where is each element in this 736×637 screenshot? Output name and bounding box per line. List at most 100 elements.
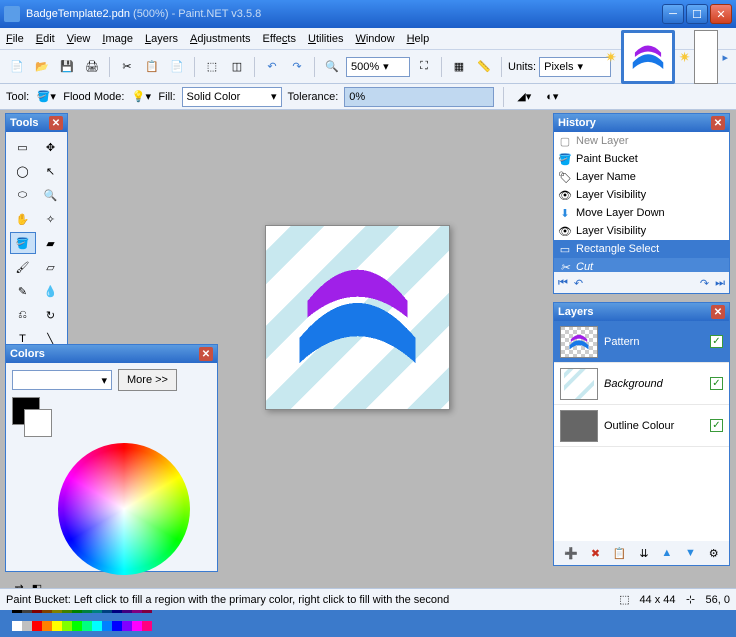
layer-merge-button[interactable]: ⇊ <box>639 547 648 560</box>
ruler-button[interactable]: 📏 <box>473 56 495 78</box>
print-button[interactable]: 🖨 <box>81 56 103 78</box>
colors-more-button[interactable]: More >> <box>118 369 177 391</box>
layers-list[interactable]: Pattern ✓ Background ✓ Outline Colour ✓ <box>554 321 729 541</box>
tool-bucket[interactable]: 🪣 <box>10 232 36 254</box>
layer-visibility-checkbox[interactable]: ✓ <box>710 377 723 390</box>
paste-button[interactable]: 📄 <box>166 56 188 78</box>
layers-close[interactable]: ✕ <box>711 305 725 319</box>
layer-item[interactable]: Pattern ✓ <box>554 321 729 363</box>
tool-clone[interactable]: ⎌ <box>10 304 36 326</box>
new-button[interactable]: 📄 <box>6 56 28 78</box>
fill-combo[interactable]: Solid Color▾ <box>182 87 282 107</box>
tool-rect-select[interactable]: ▭ <box>10 136 36 158</box>
menu-edit[interactable]: Edit <box>36 33 55 45</box>
tools-close[interactable]: ✕ <box>49 116 63 130</box>
zoom-button[interactable]: 🔍 <box>321 56 343 78</box>
secondary-color-swatch[interactable] <box>24 409 52 437</box>
tool-eraser[interactable]: ▱ <box>38 256 64 278</box>
tool-gradient[interactable]: ▰ <box>38 232 64 254</box>
chevron-right-icon[interactable]: ▸ <box>722 51 728 64</box>
menu-utilities[interactable]: Utilities <box>308 33 343 45</box>
color-palette-2[interactable] <box>12 621 211 631</box>
copy-button[interactable]: 📋 <box>141 56 163 78</box>
canvas[interactable] <box>265 225 450 410</box>
maximize-button[interactable]: ☐ <box>686 4 708 24</box>
layer-icon: ▢ <box>558 134 572 148</box>
grid-button[interactable]: ▦ <box>448 56 470 78</box>
redo-icon: ↷ <box>292 60 301 73</box>
menu-adjustments[interactable]: Adjustments <box>190 33 251 45</box>
menu-view[interactable]: View <box>67 33 91 45</box>
eye-icon: 👁 <box>558 188 572 202</box>
menu-image[interactable]: Image <box>102 33 133 45</box>
save-button[interactable]: 💾 <box>56 56 78 78</box>
layer-dup-button[interactable]: 📋 <box>613 547 627 560</box>
history-item[interactable]: ▢New Layer <box>554 132 729 150</box>
menu-effects[interactable]: Effects <box>263 33 296 45</box>
antialias-button[interactable]: ◢▾ <box>513 86 535 108</box>
history-undo-button[interactable]: ↶ <box>574 277 583 290</box>
layer-props-button[interactable]: ⚙ <box>709 547 719 560</box>
flood-mode-button[interactable]: 💡▾ <box>130 86 152 108</box>
color-mode-combo[interactable]: ▾ <box>12 370 112 390</box>
layer-add-button[interactable]: ➕ <box>564 547 578 560</box>
tool-zoom[interactable]: 🔍 <box>38 184 64 206</box>
open-button[interactable]: 📂 <box>31 56 53 78</box>
layer-down-button[interactable]: ▼ <box>685 547 696 559</box>
history-item[interactable]: 🪣Paint Bucket <box>554 150 729 168</box>
layers-panel: Layers✕ Pattern ✓ Background ✓ Outline C… <box>553 302 730 566</box>
minimize-button[interactable]: ─ <box>662 4 684 24</box>
crop-button[interactable]: ⬚ <box>201 56 223 78</box>
tool-label: Tool: <box>6 91 29 103</box>
close-button[interactable]: ✕ <box>710 4 732 24</box>
tool-ellipse-sel[interactable]: ⬭ <box>10 184 36 206</box>
layer-item[interactable]: Background ✓ <box>554 363 729 405</box>
history-panel-title: History <box>558 117 596 129</box>
tool-pencil[interactable]: ✎ <box>10 280 36 302</box>
layer-up-button[interactable]: ▲ <box>661 547 672 559</box>
history-redo-button[interactable]: ↷ <box>700 277 709 290</box>
history-close[interactable]: ✕ <box>711 116 725 130</box>
redo-button[interactable]: ↷ <box>286 56 308 78</box>
history-item[interactable]: ▭Rectangle Select <box>554 240 729 258</box>
tool-picker[interactable]: 💧 <box>38 280 64 302</box>
ruler-icon: 📏 <box>477 60 491 73</box>
colors-close[interactable]: ✕ <box>199 347 213 361</box>
bulb-icon: 💡 <box>132 90 146 103</box>
tool-select[interactable]: 🪣▾ <box>35 86 57 108</box>
deselect-button[interactable]: ◫ <box>226 56 248 78</box>
menu-layers[interactable]: Layers <box>145 33 178 45</box>
cut-button[interactable]: ✂ <box>116 56 138 78</box>
zoom-combo[interactable]: 500%▾ <box>346 57 410 77</box>
undo-button[interactable]: ↶ <box>261 56 283 78</box>
tool-lasso[interactable]: ◯ <box>10 160 36 182</box>
color-wheel[interactable] <box>58 443 190 575</box>
history-first-button[interactable]: ⏮ <box>558 277 568 290</box>
tool-brush[interactable]: 🖌 <box>10 256 36 278</box>
history-item[interactable]: ✂Cut <box>554 258 729 272</box>
layer-delete-button[interactable]: ✖ <box>591 547 600 560</box>
history-item[interactable]: 🏷Layer Name <box>554 168 729 186</box>
layer-item[interactable]: Outline Colour ✓ <box>554 405 729 447</box>
units-combo[interactable]: Pixels▾ <box>539 57 611 77</box>
menu-help[interactable]: Help <box>407 33 430 45</box>
zoomfit-button[interactable]: ⛶ <box>413 56 435 78</box>
history-last-button[interactable]: ⏭ <box>715 277 725 290</box>
tool-move[interactable]: ↖ <box>38 160 64 182</box>
history-item[interactable]: 👁Layer Visibility <box>554 186 729 204</box>
menu-file[interactable]: File <box>6 33 24 45</box>
layer-visibility-checkbox[interactable]: ✓ <box>710 335 723 348</box>
tool-recolor[interactable]: ↻ <box>38 304 64 326</box>
doc-thumb-2[interactable] <box>694 30 718 84</box>
tool-wand[interactable]: ✧ <box>38 208 64 230</box>
blend-button[interactable]: ◐▾ <box>541 86 563 108</box>
tool-pan[interactable]: ✋ <box>10 208 36 230</box>
history-item[interactable]: 👁Layer Visibility <box>554 222 729 240</box>
tolerance-slider[interactable]: 0% <box>344 87 494 107</box>
doc-thumb-1[interactable] <box>621 30 675 84</box>
menu-window[interactable]: Window <box>355 33 394 45</box>
layer-visibility-checkbox[interactable]: ✓ <box>710 419 723 432</box>
history-item[interactable]: ⬇Move Layer Down <box>554 204 729 222</box>
tool-move-sel[interactable]: ✥ <box>38 136 64 158</box>
history-list[interactable]: ▢New Layer 🪣Paint Bucket 🏷Layer Name 👁La… <box>554 132 729 272</box>
